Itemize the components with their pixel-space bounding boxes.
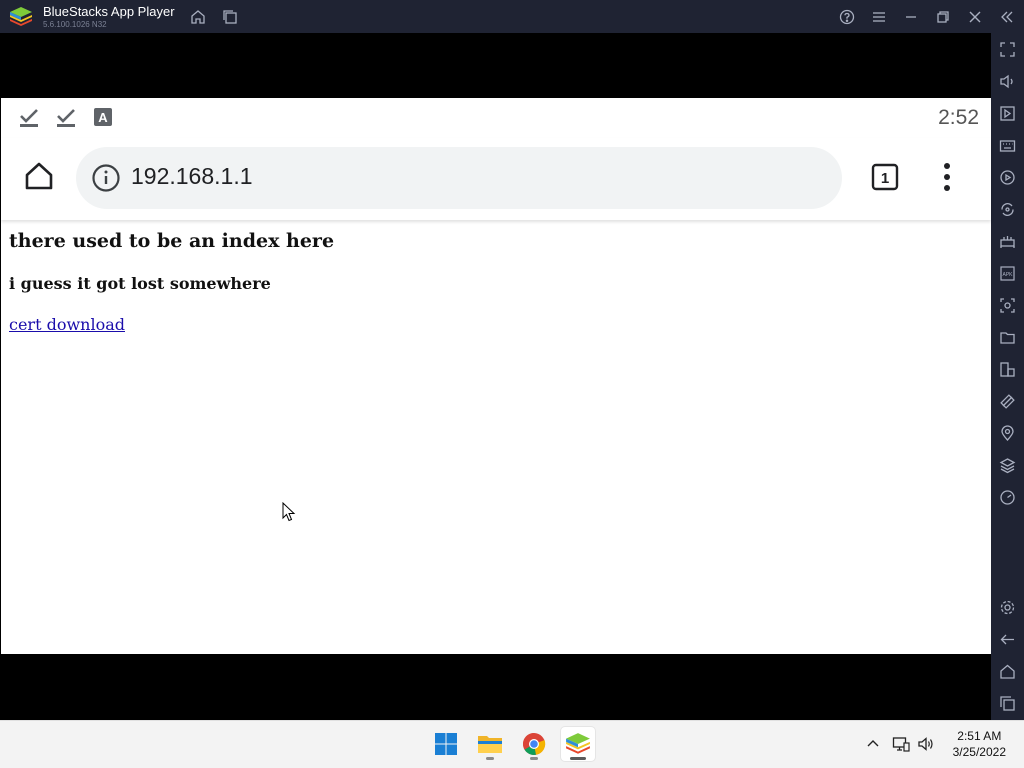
layers-icon[interactable]: [999, 457, 1016, 474]
running-indicator: [530, 757, 538, 760]
close-icon[interactable]: [966, 8, 984, 26]
bluestacks-icon[interactable]: [561, 727, 595, 761]
performance-icon[interactable]: [999, 489, 1016, 506]
cert-download-link[interactable]: cert download: [9, 315, 125, 334]
url-text[interactable]: 192.168.1.1: [131, 163, 253, 190]
tab-count: 1: [881, 170, 889, 187]
download-done-icon: [20, 109, 38, 127]
title-bar: BlueStacks App Player 5.6.100.1026 N32: [0, 0, 1024, 33]
apk-icon[interactable]: APK: [999, 265, 1016, 282]
fullscreen-icon[interactable]: [999, 41, 1016, 58]
chrome-icon[interactable]: [517, 727, 551, 761]
speaker-icon[interactable]: [917, 735, 935, 753]
download-done-icon: [57, 109, 75, 127]
chevron-up-icon[interactable]: [864, 735, 882, 753]
page-subheading: i guess it got lost somewhere: [9, 274, 271, 293]
svg-text:A: A: [98, 110, 108, 125]
tray-time: 2:51 AM: [957, 729, 1002, 743]
gamepad-icon[interactable]: [999, 233, 1016, 250]
restore-icon[interactable]: [934, 8, 952, 26]
app-title: BlueStacks App Player: [43, 4, 175, 19]
collapse-sidebar-icon[interactable]: [998, 8, 1016, 26]
android-home-icon[interactable]: [999, 663, 1016, 680]
bluestacks-window: BlueStacks App Player 5.6.100.1026 N32 A…: [0, 0, 1024, 768]
back-icon[interactable]: [999, 631, 1016, 648]
file-explorer-icon[interactable]: [473, 727, 507, 761]
media-manager-icon[interactable]: [999, 105, 1016, 122]
web-page-content: there used to be an index here i guess i…: [1, 220, 991, 654]
android-display: A 2:52 192.168.1.1 1 there used to be an…: [1, 98, 991, 654]
network-icon[interactable]: [892, 735, 910, 753]
browser-home-icon[interactable]: [23, 160, 55, 192]
minimize-icon[interactable]: [902, 8, 920, 26]
page-heading: there used to be an index here: [9, 230, 335, 252]
tray-date: 3/25/2022: [952, 745, 1006, 759]
multi-instance-manager-icon[interactable]: [999, 361, 1016, 378]
bluestacks-logo-icon: [10, 7, 32, 26]
keyboard-icon[interactable]: [999, 137, 1016, 154]
running-indicator: [486, 757, 494, 760]
volume-icon[interactable]: [999, 73, 1016, 90]
mouse-cursor-icon: [282, 502, 296, 522]
help-icon[interactable]: [838, 8, 856, 26]
site-info-icon[interactable]: [91, 163, 121, 193]
folder-icon[interactable]: [999, 329, 1016, 346]
status-clock: 2:52: [938, 106, 979, 129]
android-status-bar: A 2:52: [1, 98, 991, 138]
settings-icon[interactable]: [999, 599, 1016, 616]
address-bar[interactable]: 192.168.1.1: [76, 147, 842, 209]
more-options-icon[interactable]: [935, 160, 959, 194]
windows-taskbar: 2:51 AM 3/25/2022: [0, 720, 1024, 768]
a-letter-icon: A: [94, 108, 112, 126]
android-screen: A 2:52 192.168.1.1 1 there used to be an…: [0, 33, 991, 720]
recents-icon[interactable]: [999, 695, 1016, 712]
macro-icon[interactable]: [999, 169, 1016, 186]
windows-start-icon[interactable]: [429, 727, 463, 761]
active-indicator: [570, 757, 586, 760]
menu-icon[interactable]: [870, 8, 888, 26]
multi-instance-icon[interactable]: [221, 8, 239, 26]
tab-switcher-button[interactable]: 1: [870, 162, 900, 192]
tray-clock[interactable]: 2:51 AM 3/25/2022: [953, 728, 1006, 760]
svg-text:APK: APK: [1002, 272, 1013, 278]
app-version: 5.6.100.1026 N32: [43, 20, 107, 29]
location-icon[interactable]: [999, 425, 1016, 442]
home-icon[interactable]: [189, 8, 207, 26]
browser-toolbar: 192.168.1.1 1: [1, 138, 991, 220]
rotate-icon[interactable]: [999, 393, 1016, 410]
bluestacks-sidebar: APK: [991, 33, 1024, 720]
sync-icon[interactable]: [999, 201, 1016, 218]
screenshot-icon[interactable]: [999, 297, 1016, 314]
